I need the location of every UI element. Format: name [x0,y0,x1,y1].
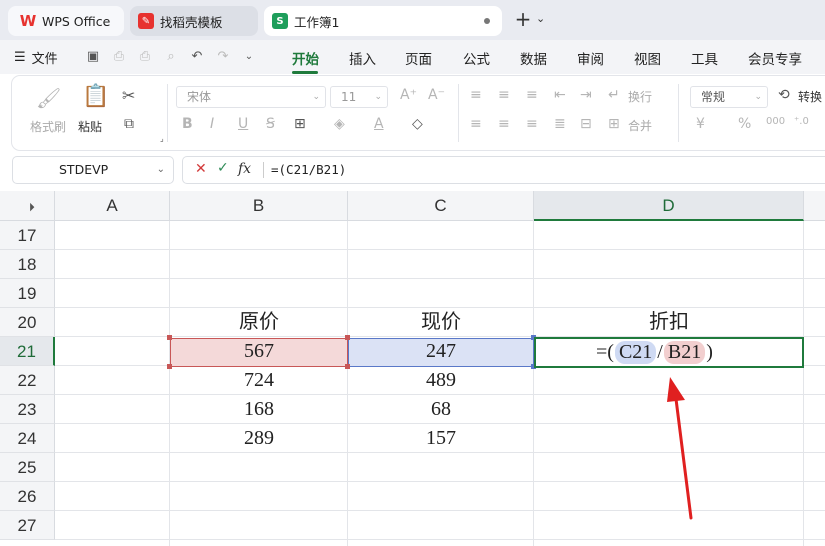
number-format-value: 常规 [701,90,726,104]
number-format-select[interactable]: 常规 ⌄ [690,86,768,108]
confirm-icon[interactable]: ✓ [217,160,229,176]
decrease-font-icon[interactable]: A⁻ [428,87,445,103]
thousands-icon[interactable]: 000 [766,116,785,127]
fill-color-icon[interactable]: ◈ [334,116,345,132]
italic-icon[interactable]: I [210,116,214,132]
menu-tab-insert[interactable]: 插入 [349,48,376,68]
undo-icon[interactable]: ↶ [188,48,206,66]
annotation-arrow [667,377,693,520]
print-icon[interactable]: ⎙ [136,48,154,66]
paste-icon[interactable]: 📋 [82,84,109,109]
align-middle-icon[interactable]: ≡ [498,87,510,103]
divider [678,84,679,142]
chevron-down-icon: ⌄ [156,164,165,175]
tab-wps-office[interactable]: W WPS Office [8,6,124,36]
font-size-value: 11 [341,90,357,104]
wrap-text-icon[interactable]: ↵ [608,87,620,103]
tab-label: 找稻壳模板 [160,14,223,30]
menu-tab-formula[interactable]: 公式 [463,48,490,68]
menu-tab-review[interactable]: 审阅 [577,48,604,68]
new-tab-button[interactable]: + [512,8,534,30]
open-icon[interactable]: ⎙ [110,48,128,66]
menu-tab-tools[interactable]: 工具 [691,48,718,68]
tab-workbook[interactable]: S 工作簿1 [264,6,502,36]
divider [263,162,264,178]
unsaved-dot-icon [484,18,490,24]
decimal-increase-icon[interactable]: ⁺.0 [794,116,809,127]
menu-tab-start[interactable]: 开始 [292,48,319,68]
redo-icon[interactable]: ↷ [214,48,232,66]
chevron-down-icon: ⌄ [312,92,320,102]
cut-icon[interactable]: ✂ [122,86,135,105]
wrap-text-label[interactable]: 换行 [628,88,652,105]
wps-logo-icon: W [19,12,37,30]
dialog-launcher-icon[interactable]: ⌟ [160,134,164,143]
clear-format-icon[interactable]: ◇ [412,116,423,132]
spreadsheet-logo-icon: S [272,13,288,29]
paste-label[interactable]: 粘贴 [78,118,102,135]
insert-function-icon[interactable]: fx [238,161,251,177]
merge-cells-icon[interactable]: ⊞ [608,116,620,132]
menu-tab-membership[interactable]: 会员专享 [748,48,802,68]
align-top-icon[interactable]: ≡ [470,87,482,103]
align-left-icon[interactable]: ≡ [470,116,482,132]
convert-label[interactable]: 转换 [798,88,822,105]
chevron-down-icon[interactable]: ⌄ [536,12,545,25]
distributed-icon[interactable]: ⊟ [580,116,592,132]
name-box[interactable]: STDEVP ⌄ [12,156,174,184]
copy-icon[interactable]: ⧉ [124,116,134,132]
file-menu-label: 文件 [31,52,58,67]
annotation-arrow-head [667,377,685,402]
indent-decrease-icon[interactable]: ⇤ [554,87,566,103]
tab-template-store[interactable]: ✎ 找稻壳模板 [130,6,258,36]
convert-icon[interactable]: ⟲ [778,87,790,103]
align-bottom-icon[interactable]: ≡ [526,87,538,103]
merge-cells-label[interactable]: 合并 [628,117,652,134]
menu-bar: ☰ 文件 ▣ ⎙ ⎙ ⌕ ↶ ↷ ⌄ 开始 插入 页面 公式 数据 审阅 视图 … [0,40,825,74]
chevron-down-icon: ⌄ [754,92,762,102]
strikethrough-icon[interactable]: Ꞩ [266,116,275,132]
hamburger-icon: ☰ [14,50,26,65]
align-right-icon[interactable]: ≡ [526,116,538,132]
font-name-value: 宋体 [187,90,212,104]
ribbon-toolbar: 🖌 格式刷 📋 粘贴 ✂ ⧉ ⌟ 宋体 ⌄ 11 ⌄ A⁺ A⁻ B I U Ꞩ… [12,76,825,150]
name-box-value: STDEVP [59,162,109,177]
cancel-icon[interactable]: ✕ [195,161,207,177]
divider [167,84,168,142]
percent-icon[interactable]: % [738,116,751,132]
borders-icon[interactable]: ⊞ [294,116,306,132]
underline-icon[interactable]: U [238,116,248,132]
formula-bar[interactable]: ✕ ✓ fx =(C21/B21) [182,156,825,184]
format-painter-icon[interactable]: 🖌 [36,86,61,110]
font-color-icon[interactable]: A [374,116,384,132]
bold-icon[interactable]: B [182,116,193,132]
active-tab-indicator [292,71,318,74]
justify-icon[interactable]: ≣ [554,116,566,132]
divider [458,84,459,142]
save-icon[interactable]: ▣ [84,48,102,66]
menu-tab-view[interactable]: 视图 [634,48,661,68]
title-bar: W WPS Office ✎ 找稻壳模板 S 工作簿1 + ⌄ [0,0,825,40]
daoke-logo-icon: ✎ [138,13,154,29]
formula-input[interactable]: =(C21/B21) [271,162,346,177]
chevron-down-icon: ⌄ [374,92,382,102]
chevron-down-icon[interactable]: ⌄ [240,48,258,66]
align-center-icon[interactable]: ≡ [498,116,510,132]
annotation-arrow-shaft [674,397,693,520]
menu-tab-data[interactable]: 数据 [520,48,547,68]
spreadsheet-grid[interactable]: A B C D 17 18 19 20 21 22 23 24 25 26 27… [0,191,825,546]
format-painter-label[interactable]: 格式刷 [30,118,66,135]
print-preview-icon[interactable]: ⌕ [162,48,180,66]
menu-tab-page[interactable]: 页面 [405,48,432,68]
file-menu-button[interactable]: ☰ 文件 [14,48,58,67]
increase-font-icon[interactable]: A⁺ [400,87,417,103]
font-name-select[interactable]: 宋体 ⌄ [176,86,326,108]
indent-increase-icon[interactable]: ⇥ [580,87,592,103]
font-size-select[interactable]: 11 ⌄ [330,86,388,108]
tab-label: WPS Office [42,13,111,29]
currency-icon[interactable]: ¥ [696,116,705,132]
tab-label: 工作簿1 [294,14,340,30]
